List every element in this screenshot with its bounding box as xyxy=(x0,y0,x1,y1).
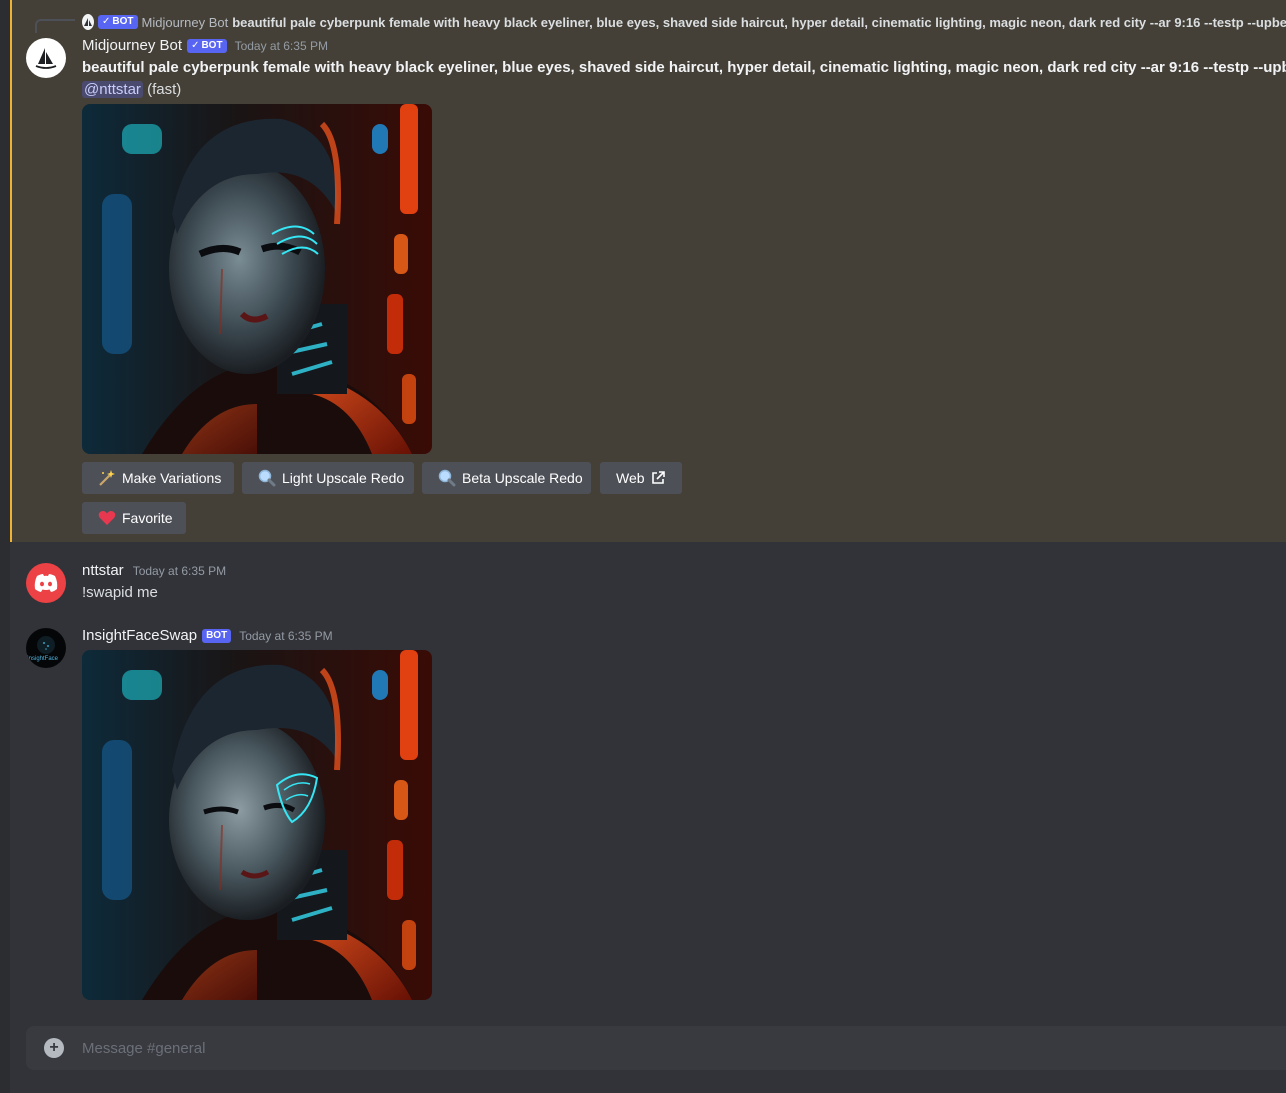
generated-image[interactable] xyxy=(82,104,432,454)
web-link-button[interactable]: Web xyxy=(600,462,682,494)
bot-tag: ✓ BOT xyxy=(187,38,227,53)
sidebar-edge xyxy=(0,0,10,1093)
reply-avatar-icon xyxy=(82,14,94,30)
external-link-icon xyxy=(651,469,666,487)
user-mention[interactable]: @nttstar xyxy=(82,81,143,98)
sailboat-icon xyxy=(35,48,57,69)
make-variations-button[interactable]: Make Variations xyxy=(82,462,234,494)
verified-check-icon: ✓ xyxy=(191,39,200,51)
author-name[interactable]: InsightFaceSwap xyxy=(82,627,197,644)
speed-mode: (fast) xyxy=(147,81,182,98)
bot-tag: BOT xyxy=(202,628,232,643)
magic-wand-icon xyxy=(98,469,116,487)
message-text: !swapid me xyxy=(82,584,158,601)
avatar-label: InsightFace xyxy=(27,656,59,662)
message-header: InsightFaceSwap BOT Today at 6:35 PM xyxy=(82,627,333,644)
timestamp[interactable]: Today at 6:35 PM xyxy=(133,564,226,578)
add-attachment-button[interactable]: + xyxy=(44,1038,64,1058)
mention-line: @nttstar (fast) xyxy=(82,81,181,98)
favorite-button[interactable]: Favorite xyxy=(82,502,186,534)
light-upscale-redo-button[interactable]: Light Upscale Redo xyxy=(242,462,414,494)
heart-icon xyxy=(98,509,116,527)
midjourney-avatar[interactable] xyxy=(26,38,66,78)
reply-text[interactable]: beautiful pale cyberpunk female with hea… xyxy=(232,15,1286,30)
message-header: nttstar Today at 6:35 PM xyxy=(82,562,226,579)
plus-icon: + xyxy=(49,1039,59,1056)
message-input[interactable] xyxy=(82,1039,1182,1057)
beta-upscale-redo-button[interactable]: Beta Upscale Redo xyxy=(422,462,591,494)
verified-check-icon: ✓ xyxy=(102,16,111,27)
author-name[interactable]: Midjourney Bot xyxy=(82,37,182,54)
reply-author[interactable]: Midjourney Bot xyxy=(142,15,229,30)
nttstar-avatar[interactable] xyxy=(26,563,66,603)
magnifier-icon xyxy=(438,469,456,487)
swapped-image[interactable] xyxy=(82,650,432,1000)
reply-connector xyxy=(35,19,75,33)
prompt-text: beautiful pale cyberpunk female with hea… xyxy=(82,59,1286,76)
reply-reference[interactable]: ✓ BOT Midjourney Bot beautiful pale cybe… xyxy=(82,13,1286,31)
timestamp[interactable]: Today at 6:35 PM xyxy=(239,629,332,643)
discord-logo-icon xyxy=(34,574,58,592)
insightfaceswap-avatar[interactable]: InsightFace xyxy=(26,628,66,668)
author-name[interactable]: nttstar xyxy=(82,562,124,579)
message-header: Midjourney Bot ✓ BOT Today at 6:35 PM xyxy=(82,37,328,54)
message-composer: + xyxy=(26,1026,1286,1070)
timestamp[interactable]: Today at 6:35 PM xyxy=(235,39,328,53)
magnifier-icon xyxy=(258,469,276,487)
reply-bot-tag: ✓ BOT xyxy=(98,15,138,29)
